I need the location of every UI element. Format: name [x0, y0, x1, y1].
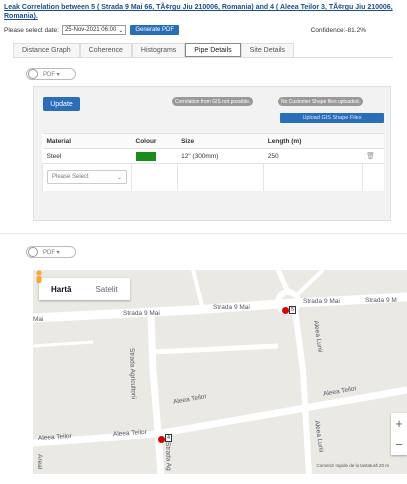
street-label: Areal — [36, 454, 43, 470]
colour-swatch — [135, 151, 156, 161]
map-roads — [33, 270, 407, 474]
street-label: Strada Ag — [164, 442, 172, 471]
date-select[interactable]: 25-Nov-2021 06:00 ⌄ — [61, 25, 127, 35]
trash-icon[interactable]: 🗑 — [366, 153, 375, 160]
chevron-down-icon: ⌄ — [118, 27, 124, 34]
table-row: Steel 12" (300mm) 250 🗑 — [42, 148, 384, 164]
pdf-toggle[interactable]: PDF ▾ — [26, 68, 76, 80]
page-title[interactable]: Leak Correlation between 5 ( Strada 9 Ma… — [4, 3, 402, 21]
confidence-value: Confidence:-81.2% — [310, 26, 366, 34]
tab-site-details[interactable]: Site Details — [240, 43, 295, 57]
street-label: Strada 9 M — [365, 297, 397, 304]
street-label: Strada 9 Mai — [213, 304, 250, 311]
tab-histograms[interactable]: Histograms — [131, 43, 186, 57]
marker-label: 5 — [289, 306, 296, 314]
map-type-control: Hartă Satelit — [39, 278, 130, 300]
tab-bar: Distance Graph Coherence Histograms Pipe… — [13, 43, 295, 57]
empty-cell — [263, 163, 363, 191]
size-cell: 12" (300mm) — [177, 148, 264, 164]
street-label: Strada 9 Mai — [303, 298, 340, 305]
street-label: Strada 9 Mai — [123, 310, 160, 317]
zoom-out-button[interactable]: − — [395, 437, 403, 452]
upload-gis-button[interactable]: Upload GIS Shape Files — [280, 113, 384, 123]
shape-warning-badge: No Customer Shape files uploaded. — [278, 97, 363, 106]
sensor-marker[interactable] — [282, 307, 289, 314]
zoom-control: + − — [391, 413, 407, 455]
toggle-knob — [28, 69, 38, 79]
column-header-actions — [362, 133, 384, 149]
tab-coherence[interactable]: Coherence — [79, 43, 132, 57]
map-attribution[interactable]: Comenzi rapide de la tastatură 20 m — [316, 463, 389, 468]
pipe-table: Material Colour Size Length (m) Steel 12… — [42, 133, 384, 191]
pipe-details-panel: Update Correlation from GIS not possible… — [33, 86, 391, 221]
colour-cell — [131, 148, 178, 164]
new-row: Please Select ⌄ — [42, 163, 384, 191]
map-view[interactable]: Hartă Satelit Mai Strada 9 Mai Strada 9 … — [33, 270, 407, 474]
sensor-marker[interactable] — [158, 436, 165, 443]
map-type-satellite[interactable]: Satelit — [83, 278, 129, 300]
toggle-knob — [28, 247, 38, 257]
material-select-placeholder: Please Select — [52, 174, 89, 181]
actions-cell: 🗑 — [362, 148, 384, 164]
length-cell: 250 — [263, 148, 363, 164]
update-button[interactable]: Update — [43, 97, 80, 111]
column-header: Colour — [131, 133, 178, 149]
marker-label: 4 — [165, 434, 172, 442]
chevron-down-icon: ⌄ — [116, 174, 122, 181]
empty-cell — [176, 163, 264, 191]
tabs-divider — [13, 57, 393, 58]
empty-cell — [361, 163, 384, 191]
material-select[interactable]: Please Select ⌄ — [47, 170, 127, 185]
empty-cell — [131, 163, 178, 191]
column-header: Material — [42, 133, 132, 149]
material-cell: Steel — [42, 148, 132, 164]
column-header: Length (m) — [263, 133, 363, 149]
pdf-toggle-map[interactable]: PDF ▾ — [26, 246, 76, 258]
date-value: 25-Nov-2021 06:00 — [64, 27, 117, 33]
date-label: Please select date: — [4, 26, 59, 34]
gis-warning-badge: Correlation from GIS not possible. — [172, 97, 254, 106]
table-header-row: Material Colour Size Length (m) — [42, 133, 384, 149]
column-header: Size — [177, 133, 264, 149]
map-type-map[interactable]: Hartă — [39, 278, 83, 300]
pdf-toggle-label: PDF ▾ — [43, 71, 60, 78]
pegman-icon[interactable] — [33, 270, 45, 284]
tab-distance-graph[interactable]: Distance Graph — [13, 43, 80, 57]
material-select-cell: Please Select ⌄ — [42, 163, 132, 191]
generate-pdf-button[interactable]: Generate PDF — [130, 25, 180, 35]
zoom-in-button[interactable]: + — [395, 416, 403, 431]
date-row: Please select date: 25-Nov-2021 06:00 ⌄ … — [4, 24, 402, 36]
street-label: Mai — [33, 316, 44, 323]
tab-pipe-details[interactable]: Pipe Details — [185, 43, 241, 57]
section-divider — [0, 233, 407, 234]
pdf-toggle-label: PDF ▾ — [43, 249, 60, 256]
